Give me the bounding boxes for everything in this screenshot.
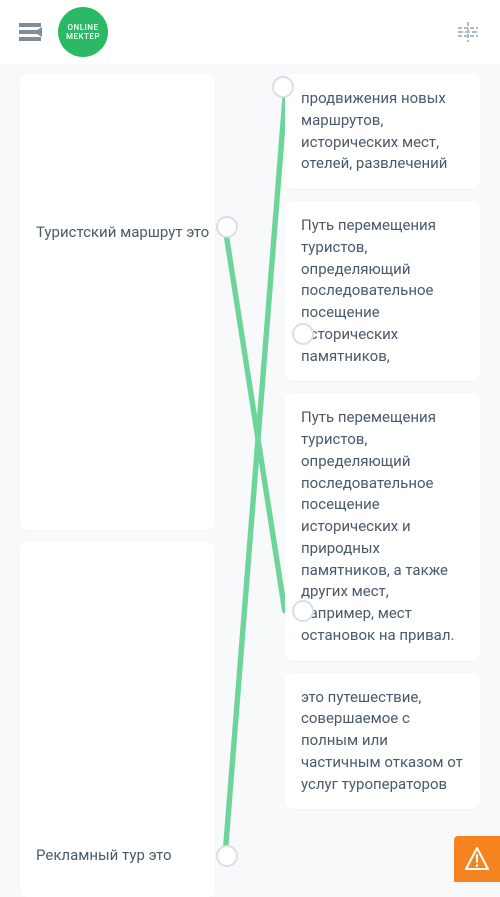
- definitions-column: продвижения новых маршрутов, исторически…: [285, 74, 480, 897]
- matching-exercise: Туристский маршрут это Рекламный тур это…: [0, 64, 500, 897]
- menu-icon: [19, 21, 45, 43]
- app-header: ONLINE MEKTEP: [0, 0, 500, 64]
- definition-card[interactable]: Путь перемещения туристов, определяющий …: [285, 393, 480, 660]
- menu-button[interactable]: [16, 16, 48, 48]
- terms-column: Туристский маршрут это Рекламный тур это: [20, 74, 215, 897]
- left-connector-1[interactable]: [216, 216, 238, 238]
- language-button[interactable]: [452, 16, 484, 48]
- logo-text-2: MEKTEP: [66, 32, 100, 41]
- term-card[interactable]: Туристский маршрут это: [20, 74, 215, 530]
- left-connector-2[interactable]: [216, 845, 238, 867]
- definition-text: это путешествие, совершаемое с полным ил…: [301, 687, 464, 796]
- logo[interactable]: ONLINE MEKTEP: [58, 7, 108, 57]
- definition-card[interactable]: Путь перемещения туристов, определяющий …: [285, 201, 480, 381]
- right-connector-2[interactable]: [292, 323, 314, 345]
- definition-text: продвижения новых маршрутов, исторически…: [301, 88, 464, 175]
- warning-button[interactable]: [454, 836, 500, 882]
- definition-text: Путь перемещения туристов, определяющий …: [301, 215, 464, 367]
- right-connector-3[interactable]: [292, 600, 314, 622]
- right-connector-1[interactable]: [272, 76, 294, 98]
- definition-text: Путь перемещения туристов, определяющий …: [301, 407, 464, 646]
- logo-text-1: ONLINE: [68, 23, 99, 32]
- definition-card[interactable]: продвижения новых маршрутов, исторически…: [285, 74, 480, 189]
- globe-icon: [457, 21, 479, 43]
- term-text: Туристский маршрут это: [36, 222, 209, 244]
- definition-card[interactable]: это путешествие, совершаемое с полным ил…: [285, 673, 480, 810]
- warning-icon: [464, 846, 490, 872]
- term-card[interactable]: Рекламный тур это: [20, 542, 215, 897]
- term-text: Рекламный тур это: [36, 845, 172, 867]
